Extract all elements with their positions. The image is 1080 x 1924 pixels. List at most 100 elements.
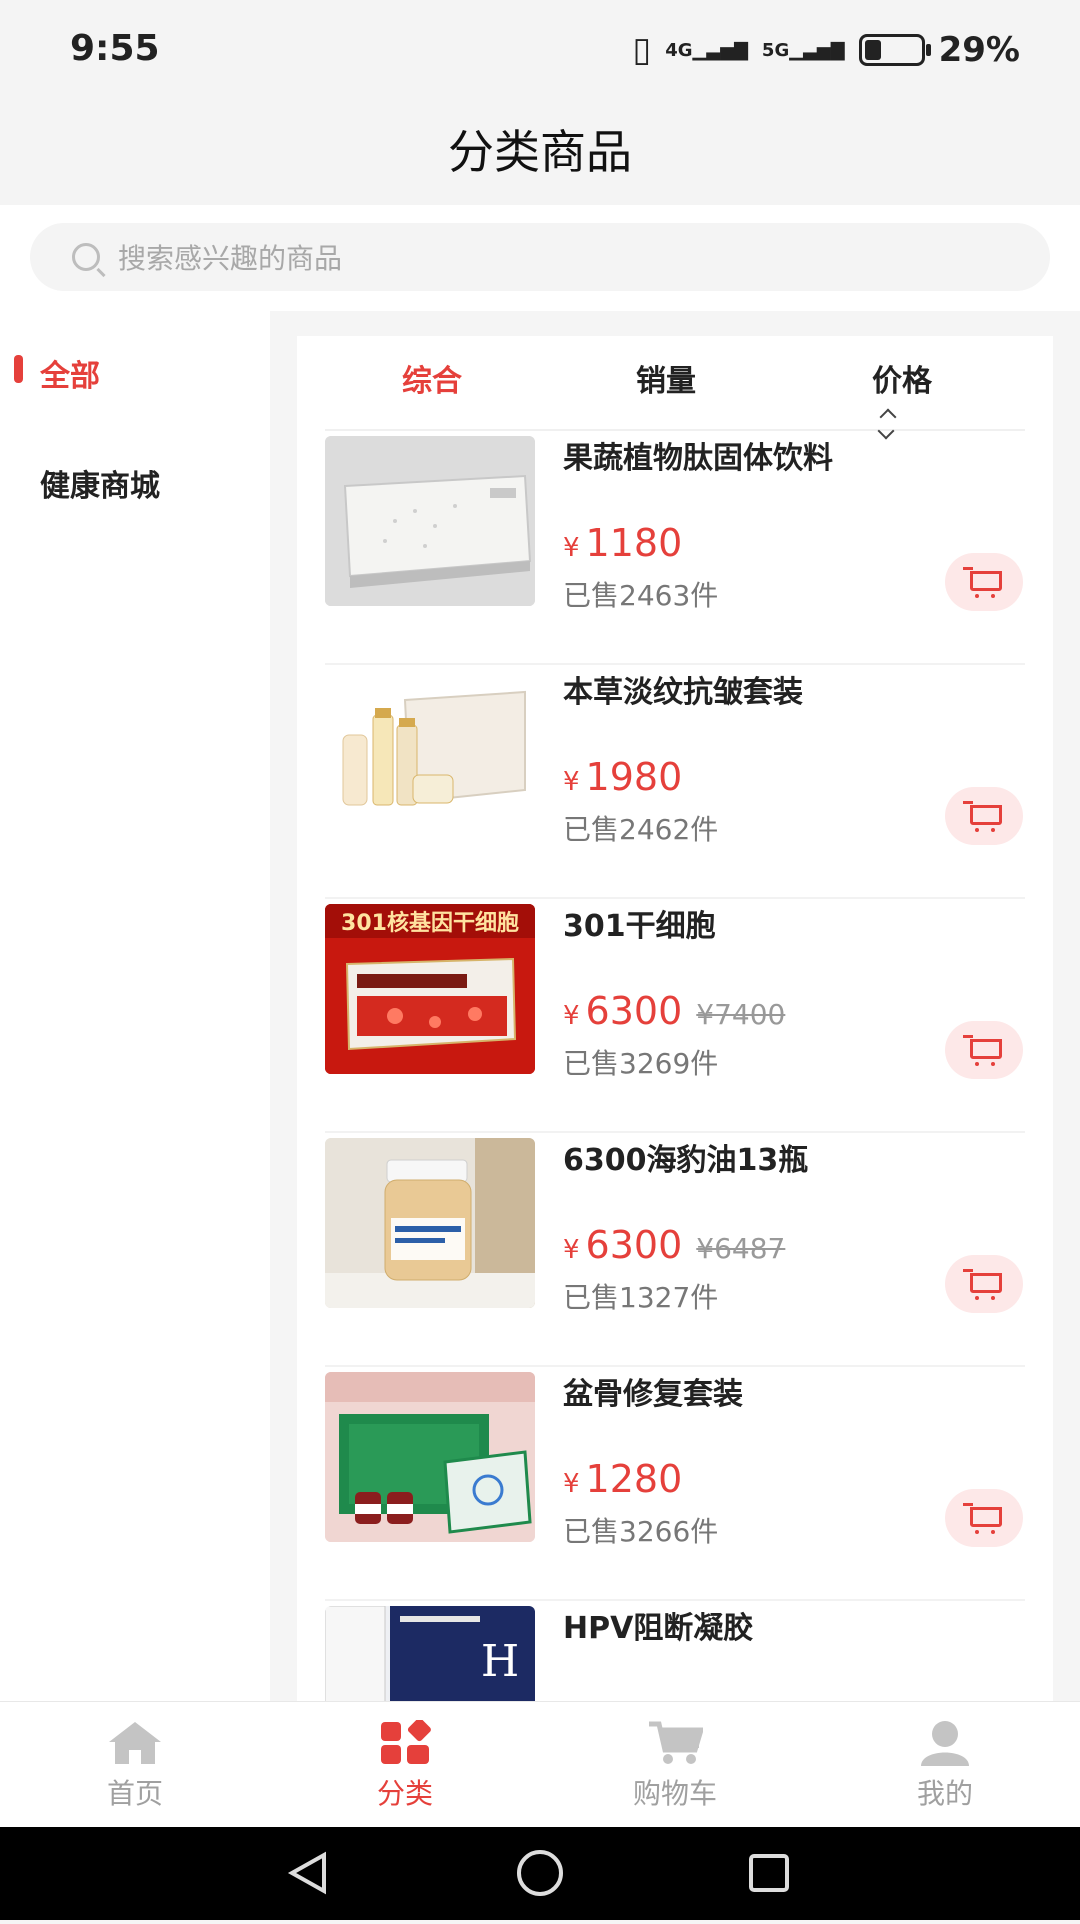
product-price: ¥1180 bbox=[563, 521, 682, 565]
sort-tabs: 综合 销量 价格 bbox=[325, 336, 1025, 440]
sold-count: 已售2462件 bbox=[563, 813, 719, 846]
search-input[interactable] bbox=[116, 223, 1000, 293]
tab-mine[interactable]: 我的 bbox=[845, 1720, 1045, 1812]
category-icon bbox=[377, 1718, 433, 1766]
active-indicator bbox=[14, 355, 23, 383]
product-item[interactable]: 301核基因干细胞 301干细胞 ¥6300 ¥7400 已售3269件 bbox=[325, 897, 1025, 1133]
signal-5g-icon: 5G▁▃▅▇ bbox=[761, 39, 845, 61]
product-image bbox=[325, 436, 535, 606]
sold-count: 已售3269件 bbox=[563, 1047, 719, 1080]
stem-cell-box-graphic: 301核基因干细胞 bbox=[325, 904, 535, 1074]
add-to-cart-button[interactable] bbox=[945, 787, 1023, 845]
tab-price-label: 价格 bbox=[872, 364, 932, 399]
cart-icon bbox=[963, 1035, 1002, 1066]
currency-symbol: ¥ bbox=[563, 1235, 580, 1265]
battery-icon bbox=[858, 34, 931, 66]
product-price: ¥1280 bbox=[563, 1457, 682, 1501]
category-item-all[interactable]: 全部 bbox=[0, 311, 270, 394]
original-price: ¥7400 bbox=[696, 998, 786, 1031]
vibrate-icon: ▯ bbox=[632, 30, 652, 70]
product-name: 果蔬植物肽固体饮料 bbox=[563, 441, 833, 476]
product-name: 6300海豹油13瓶 bbox=[563, 1143, 809, 1178]
sold-count: 已售3266件 bbox=[563, 1515, 719, 1548]
hpv-gel-box-graphic: H bbox=[325, 1606, 535, 1701]
price-value: 1280 bbox=[585, 1457, 683, 1501]
add-to-cart-button[interactable] bbox=[945, 1255, 1023, 1313]
svg-text:H: H bbox=[481, 1636, 519, 1687]
cart-icon bbox=[963, 1269, 1002, 1300]
user-icon bbox=[917, 1720, 973, 1766]
product-image: 301核基因干细胞 bbox=[325, 904, 535, 1074]
tab-price[interactable]: 价格 bbox=[872, 356, 952, 440]
product-item[interactable]: 果蔬植物肽固体饮料 ¥1180 已售2463件 bbox=[325, 429, 1025, 665]
pelvic-repair-set-graphic bbox=[325, 1372, 535, 1542]
add-to-cart-button[interactable] bbox=[945, 1021, 1023, 1079]
tab-label: 首页 bbox=[106, 1777, 163, 1810]
tab-cart[interactable]: 购物车 bbox=[575, 1720, 775, 1812]
recents-icon bbox=[749, 1854, 789, 1892]
original-price: ¥6487 bbox=[696, 1232, 786, 1265]
product-image bbox=[325, 1372, 535, 1542]
sold-count: 已售1327件 bbox=[563, 1281, 719, 1314]
product-price: ¥6300 ¥6487 bbox=[563, 1223, 785, 1267]
signal-4g-icon: 4G▁▃▅▇ bbox=[665, 39, 748, 61]
cart-icon bbox=[647, 1720, 705, 1766]
tab-label: 我的 bbox=[916, 1777, 973, 1810]
cart-icon bbox=[963, 1503, 1002, 1534]
home-icon bbox=[107, 1720, 163, 1766]
product-item[interactable]: 本草淡纹抗皱套装 ¥1980 已售2462件 bbox=[325, 663, 1025, 899]
product-image: H bbox=[325, 1606, 535, 1701]
net-4g-label: 4G bbox=[665, 39, 693, 61]
product-item[interactable]: 盆骨修复套装 ¥1280 已售3266件 bbox=[325, 1365, 1025, 1601]
add-to-cart-button[interactable] bbox=[945, 1489, 1023, 1547]
price-value: 6300 bbox=[585, 1223, 683, 1267]
category-label: 健康商城 bbox=[40, 469, 160, 504]
tab-label: 分类 bbox=[376, 1777, 433, 1810]
tab-comprehensive[interactable]: 综合 bbox=[402, 356, 462, 400]
sold-count: 已售2463件 bbox=[563, 579, 719, 612]
tab-sales[interactable]: 销量 bbox=[636, 356, 696, 400]
bottom-tab-bar: 首页 分类 购物车 我的 bbox=[0, 1701, 1080, 1828]
product-price: ¥1980 bbox=[563, 755, 682, 799]
product-image bbox=[325, 1138, 535, 1308]
net-5g-label: 5G bbox=[761, 39, 790, 61]
home-circle-icon bbox=[517, 1850, 563, 1896]
system-nav-icons bbox=[287, 1850, 789, 1896]
currency-symbol: ¥ bbox=[563, 767, 580, 797]
add-to-cart-button[interactable] bbox=[945, 553, 1023, 611]
price-value: 1980 bbox=[585, 755, 683, 799]
search-section bbox=[0, 205, 1080, 311]
product-item[interactable]: 6300海豹油13瓶 ¥6300 ¥6487 已售1327件 bbox=[325, 1131, 1025, 1367]
product-panel: 综合 销量 价格 果蔬植物肽固体饮料 ¥1180 已售2463件 本草淡纹抗皱套… bbox=[297, 336, 1053, 1701]
category-label: 全部 bbox=[40, 359, 100, 394]
battery-percent: 29% bbox=[938, 30, 1020, 70]
image-banner-text: 301核基因干细胞 bbox=[341, 910, 519, 936]
sort-up-icon bbox=[879, 408, 897, 425]
product-name: 本草淡纹抗皱套装 bbox=[563, 675, 803, 710]
tab-home[interactable]: 首页 bbox=[35, 1720, 235, 1812]
category-sidebar: 全部 健康商城 bbox=[0, 311, 270, 1701]
gift-box-graphic bbox=[325, 436, 535, 606]
seal-oil-bottle-graphic bbox=[325, 1138, 535, 1308]
system-nav-bar bbox=[0, 1827, 1080, 1920]
price-value: 6300 bbox=[585, 989, 683, 1033]
cosmetic-set-graphic bbox=[325, 670, 535, 840]
product-name: HPV阻断凝胶 bbox=[563, 1611, 754, 1646]
price-value: 1180 bbox=[585, 521, 683, 565]
product-name: 盆骨修复套装 bbox=[563, 1377, 743, 1412]
tab-label: 购物车 bbox=[632, 1777, 717, 1810]
cart-icon bbox=[963, 567, 1002, 598]
currency-symbol: ¥ bbox=[563, 1001, 580, 1031]
category-item-health-mall[interactable]: 健康商城 bbox=[0, 421, 270, 504]
product-image bbox=[325, 670, 535, 840]
tab-category[interactable]: 分类 bbox=[305, 1718, 505, 1812]
search-icon bbox=[72, 243, 100, 271]
header: 分类商品 bbox=[0, 100, 1080, 205]
search-bar[interactable] bbox=[30, 223, 1050, 293]
product-name: 301干细胞 bbox=[563, 909, 716, 944]
product-item[interactable]: H HPV阻断凝胶 bbox=[325, 1599, 1025, 1701]
cart-icon bbox=[963, 801, 1002, 832]
currency-symbol: ¥ bbox=[563, 533, 580, 563]
currency-symbol: ¥ bbox=[563, 1469, 580, 1499]
page-title: 分类商品 bbox=[448, 125, 632, 179]
